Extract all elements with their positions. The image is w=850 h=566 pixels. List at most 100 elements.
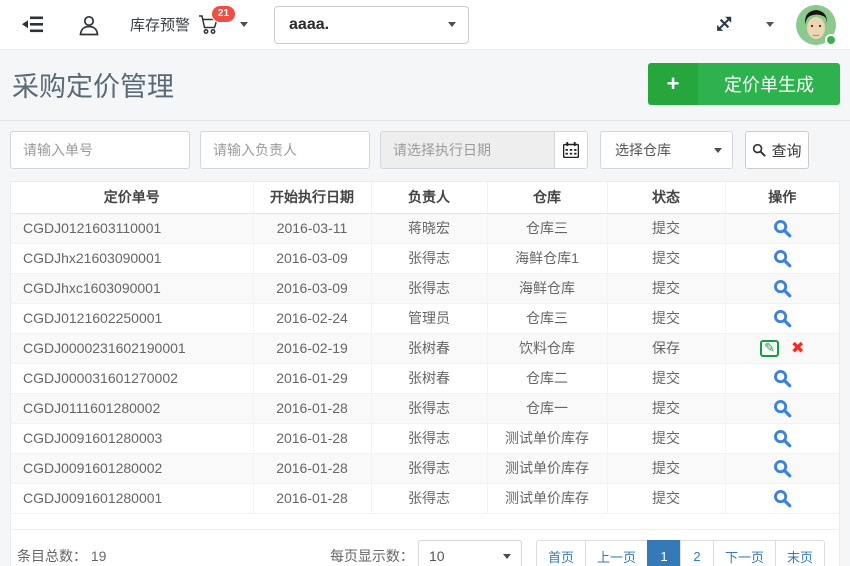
cell-status: 提交 [607, 303, 725, 333]
pricing-table-panel: 定价单号开始执行日期负责人仓库状态操作 CGDJ0121603110001201… [10, 181, 840, 566]
sidebar-toggle-icon[interactable] [22, 16, 44, 33]
cell-warehouse: 仓库二 [487, 363, 607, 393]
stock-warning-label: 库存预警 [130, 14, 190, 35]
cell-actions [725, 423, 839, 453]
page-size-label: 每页显示数： [330, 546, 414, 566]
stock-warning-menu[interactable]: 库存预警 21 [130, 14, 248, 35]
table-row: CGDJ01216031100012016-03-11蒋晓宏仓库三提交 [11, 213, 839, 243]
cell-status: 提交 [607, 363, 725, 393]
column-header: 仓库 [487, 182, 607, 213]
column-header: 定价单号 [11, 182, 253, 213]
user-icon[interactable] [78, 14, 100, 36]
page-header: 采购定价管理 + 定价单生成 [0, 50, 850, 121]
page-size-select[interactable]: 10 [418, 540, 522, 566]
cell-warehouse: 仓库三 [487, 303, 607, 333]
total-count-value: 19 [91, 548, 107, 564]
create-pricing-order-button[interactable]: + 定价单生成 [648, 63, 840, 105]
cell-date: 2016-01-28 [253, 393, 371, 423]
cell-actions: ✎✖ [725, 333, 839, 363]
view-magnifier-icon[interactable] [773, 459, 792, 478]
cell-actions [725, 303, 839, 333]
execute-date-input[interactable] [380, 131, 554, 169]
pagination-button-下一页[interactable]: 下一页 [713, 540, 776, 566]
cell-owner: 管理员 [371, 303, 487, 333]
cell-actions [725, 393, 839, 423]
cell-no: CGDJ0091601280003 [11, 423, 253, 453]
column-header: 操作 [725, 182, 839, 213]
cell-no: CGDJhx21603090001 [11, 243, 253, 273]
view-magnifier-icon[interactable] [773, 219, 792, 238]
filter-bar: 选择仓库 查询 [10, 131, 850, 169]
cell-status: 提交 [607, 453, 725, 483]
cell-no: CGDJ000031601270002 [11, 363, 253, 393]
table-row: CGDJ00002316021900012016-02-19张树春饮料仓库保存✎… [11, 333, 839, 363]
cell-status: 提交 [607, 243, 725, 273]
cell-warehouse: 仓库三 [487, 213, 607, 243]
cell-actions [725, 243, 839, 273]
cell-warehouse: 仓库一 [487, 393, 607, 423]
cell-warehouse: 海鲜仓库 [487, 273, 607, 303]
table-header-row: 定价单号开始执行日期负责人仓库状态操作 [11, 182, 839, 213]
org-select[interactable]: aaaa. [274, 6, 469, 44]
warehouse-select[interactable]: 选择仓库 [600, 131, 733, 169]
search-button-label: 查询 [771, 140, 801, 161]
pagination: 首页上一页12下一页末页 [536, 540, 825, 566]
cell-owner: 张得志 [371, 243, 487, 273]
cell-owner: 张树春 [371, 363, 487, 393]
column-header: 负责人 [371, 182, 487, 213]
cell-owner: 张树春 [371, 333, 487, 363]
cell-date: 2016-03-09 [253, 273, 371, 303]
view-magnifier-icon[interactable] [773, 399, 792, 418]
view-magnifier-icon[interactable] [773, 309, 792, 328]
cell-actions [725, 363, 839, 393]
top-navbar: 库存预警 21 aaaa. [0, 0, 850, 50]
total-count-label: 条目总数： [17, 548, 87, 564]
fullscreen-icon[interactable] [715, 16, 732, 33]
pricing-table: 定价单号开始执行日期负责人仓库状态操作 CGDJ0121603110001201… [11, 182, 839, 514]
cell-status: 提交 [607, 273, 725, 303]
owner-input[interactable] [200, 131, 370, 169]
delete-icon[interactable]: ✖ [791, 340, 804, 357]
table-row: CGDJ00916012800012016-01-28张得志测试单价库存提交 [11, 483, 839, 513]
cell-status: 提交 [607, 213, 725, 243]
view-magnifier-icon[interactable] [773, 429, 792, 448]
view-magnifier-icon[interactable] [773, 489, 792, 508]
pagination-button-首页[interactable]: 首页 [536, 540, 586, 566]
cell-warehouse: 测试单价库存 [487, 423, 607, 453]
cell-owner: 张得志 [371, 273, 487, 303]
cell-status: 保存 [607, 333, 725, 363]
cell-warehouse: 测试单价库存 [487, 453, 607, 483]
column-header: 开始执行日期 [253, 182, 371, 213]
cell-no: CGDJ0091601280002 [11, 453, 253, 483]
pagination-button-末页[interactable]: 末页 [775, 540, 825, 566]
chevron-down-icon[interactable] [766, 22, 774, 27]
pagination-button-2[interactable]: 2 [680, 540, 714, 566]
cell-date: 2016-02-19 [253, 333, 371, 363]
chevron-down-icon [448, 22, 456, 27]
cell-date: 2016-01-28 [253, 483, 371, 513]
edit-icon[interactable]: ✎ [760, 340, 779, 357]
view-magnifier-icon[interactable] [773, 249, 792, 268]
view-magnifier-icon[interactable] [773, 369, 792, 388]
cell-no: CGDJ0111601280002 [11, 393, 253, 423]
cell-no: CGDJ0121603110001 [11, 213, 253, 243]
cell-date: 2016-01-29 [253, 363, 371, 393]
search-button[interactable]: 查询 [745, 131, 809, 169]
total-count: 条目总数： 19 [17, 546, 106, 566]
order-number-input[interactable] [10, 131, 190, 169]
cell-actions [725, 273, 839, 303]
table-row: CGDJhx216030900012016-03-09张得志海鲜仓库1提交 [11, 243, 839, 273]
online-status-dot [825, 34, 837, 46]
cell-date: 2016-01-28 [253, 453, 371, 483]
pagination-button-1[interactable]: 1 [647, 540, 681, 566]
cell-owner: 张得志 [371, 483, 487, 513]
cell-actions [725, 453, 839, 483]
search-icon [752, 143, 766, 157]
cell-no: CGDJ0121602250001 [11, 303, 253, 333]
chevron-down-icon [714, 148, 722, 153]
view-magnifier-icon[interactable] [773, 279, 792, 298]
cell-date: 2016-02-24 [253, 303, 371, 333]
cell-no: CGDJ0091601280001 [11, 483, 253, 513]
pagination-button-上一页[interactable]: 上一页 [585, 540, 648, 566]
calendar-button[interactable] [554, 131, 588, 169]
